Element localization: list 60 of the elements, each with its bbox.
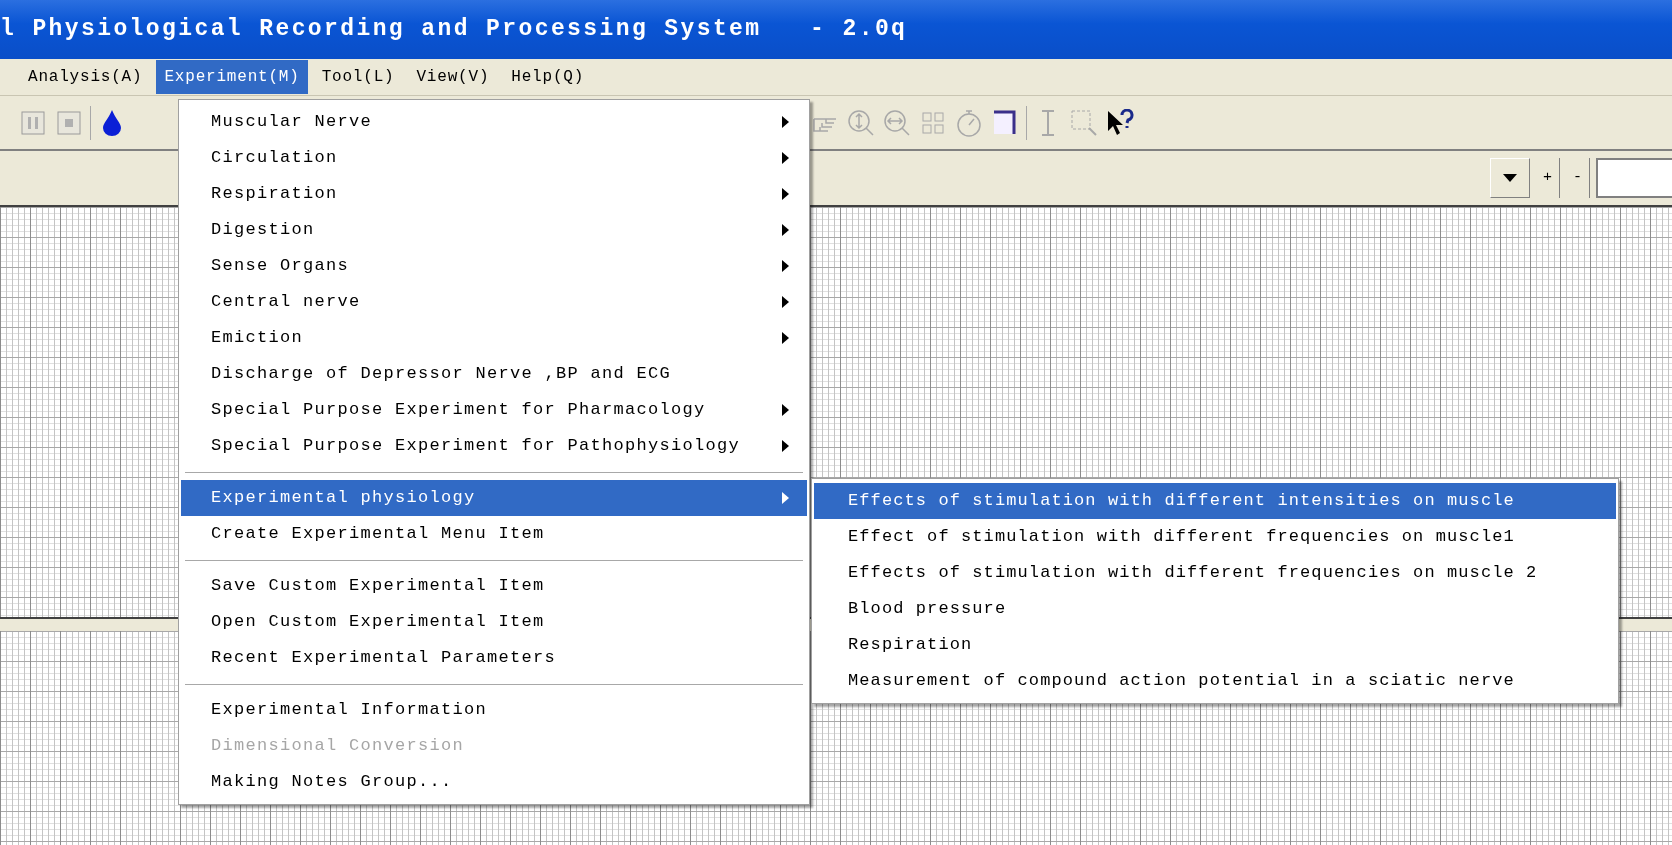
submenu-arrow-icon xyxy=(782,492,789,504)
drop-icon xyxy=(103,109,121,136)
select-button[interactable] xyxy=(1069,107,1099,138)
submenu-arrow-icon xyxy=(782,440,789,452)
help-pointer-icon xyxy=(1106,108,1134,137)
zoom-horizontal-icon xyxy=(883,108,911,137)
menu-item[interactable]: Discharge of Depressor Nerve ,BP and ECG xyxy=(181,356,807,392)
submenu-item[interactable]: Effect of stimulation with different frequencies on muscle1 xyxy=(814,519,1616,555)
stopwatch-button[interactable] xyxy=(954,107,984,138)
menu-item[interactable]: Experimental Information xyxy=(181,692,807,728)
submenu-arrow-icon xyxy=(782,116,789,128)
selection-icon xyxy=(1071,109,1097,136)
minus-button[interactable]: - xyxy=(1566,158,1590,198)
submenu-arrow-icon xyxy=(782,188,789,200)
submenu-arrow-icon xyxy=(782,404,789,416)
menu-bar-item[interactable]: View(V) xyxy=(408,60,498,94)
menu-item[interactable]: Respiration xyxy=(181,176,807,212)
caret-icon xyxy=(1503,174,1517,182)
grid-icon xyxy=(921,110,945,135)
stopwatch-icon xyxy=(956,108,982,137)
dropdown-button[interactable] xyxy=(1490,158,1530,198)
submenu-item[interactable]: Effects of stimulation with different frequencies on muscle 2 xyxy=(814,555,1616,591)
menu-item[interactable]: Special Purpose Experiment for Pharmacology xyxy=(181,392,807,428)
submenu-arrow-icon xyxy=(782,152,789,164)
submenu-arrow-icon xyxy=(782,296,789,308)
submenu-item[interactable]: Respiration xyxy=(814,627,1616,663)
menu-item[interactable]: Digestion xyxy=(181,212,807,248)
submenu-item[interactable]: Measurement of compound action potential in a sciatic nerve xyxy=(814,663,1616,699)
menu-bar-item[interactable]: Tool(L) xyxy=(313,60,403,94)
zoom-vertical-icon xyxy=(847,108,875,137)
window-title: l Physiological Recording and Processing System - 2.0q xyxy=(0,15,908,45)
text-cursor-icon xyxy=(1041,109,1055,136)
scale-input-field[interactable] xyxy=(1596,158,1672,198)
menu-item[interactable]: Central nerve xyxy=(181,284,807,320)
menu-item[interactable]: Experimental physiology xyxy=(181,480,807,516)
plus-button[interactable]: + xyxy=(1536,158,1560,198)
stop-icon xyxy=(57,110,81,135)
submenu-arrow-icon xyxy=(782,260,789,272)
submenu-arrow-icon xyxy=(782,332,789,344)
help-button[interactable] xyxy=(1105,107,1135,138)
menu-item[interactable]: Special Purpose Experiment for Pathophysiology xyxy=(181,428,807,464)
menu-bar-item[interactable]: Experiment(M) xyxy=(156,60,308,94)
submenu-item[interactable]: Effects of stimulation with different intensities on muscle xyxy=(814,483,1616,519)
menu-item[interactable]: Circulation xyxy=(181,140,807,176)
zoom-horizontal-button[interactable] xyxy=(882,107,912,138)
page-icon xyxy=(993,109,1017,136)
menu-item[interactable]: Create Experimental Menu Item xyxy=(181,516,807,552)
menu-item[interactable]: Recent Experimental Parameters xyxy=(181,640,807,676)
pause-icon xyxy=(21,110,45,135)
submenu-item[interactable]: Blood pressure xyxy=(814,591,1616,627)
menu-bar-item[interactable]: Analysis(A) xyxy=(20,60,151,94)
menu-item[interactable]: Open Custom Experimental Item xyxy=(181,604,807,640)
menu-item[interactable]: Save Custom Experimental Item xyxy=(181,568,807,604)
zoom-vertical-button[interactable] xyxy=(846,107,876,138)
menu-item[interactable]: Making Notes Group... xyxy=(181,764,807,800)
submenu-arrow-icon xyxy=(782,224,789,236)
menu-item[interactable]: Sense Organs xyxy=(181,248,807,284)
menu-bar-item[interactable]: Help(Q) xyxy=(503,60,593,94)
menu-item[interactable]: Muscular Nerve xyxy=(181,104,807,140)
menu-item[interactable]: Emiction xyxy=(181,320,807,356)
